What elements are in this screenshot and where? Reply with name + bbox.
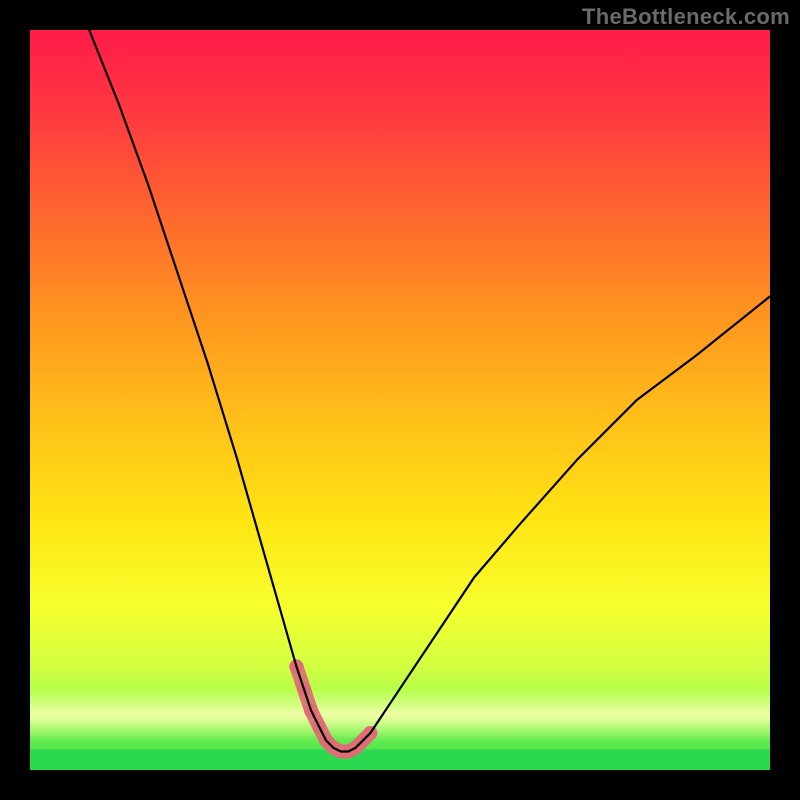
curve-svg	[30, 30, 770, 770]
chart-frame: TheBottleneck.com	[0, 0, 800, 800]
watermark-text: TheBottleneck.com	[582, 4, 790, 30]
bottleneck-curve	[89, 30, 770, 752]
plot-area	[30, 30, 770, 770]
